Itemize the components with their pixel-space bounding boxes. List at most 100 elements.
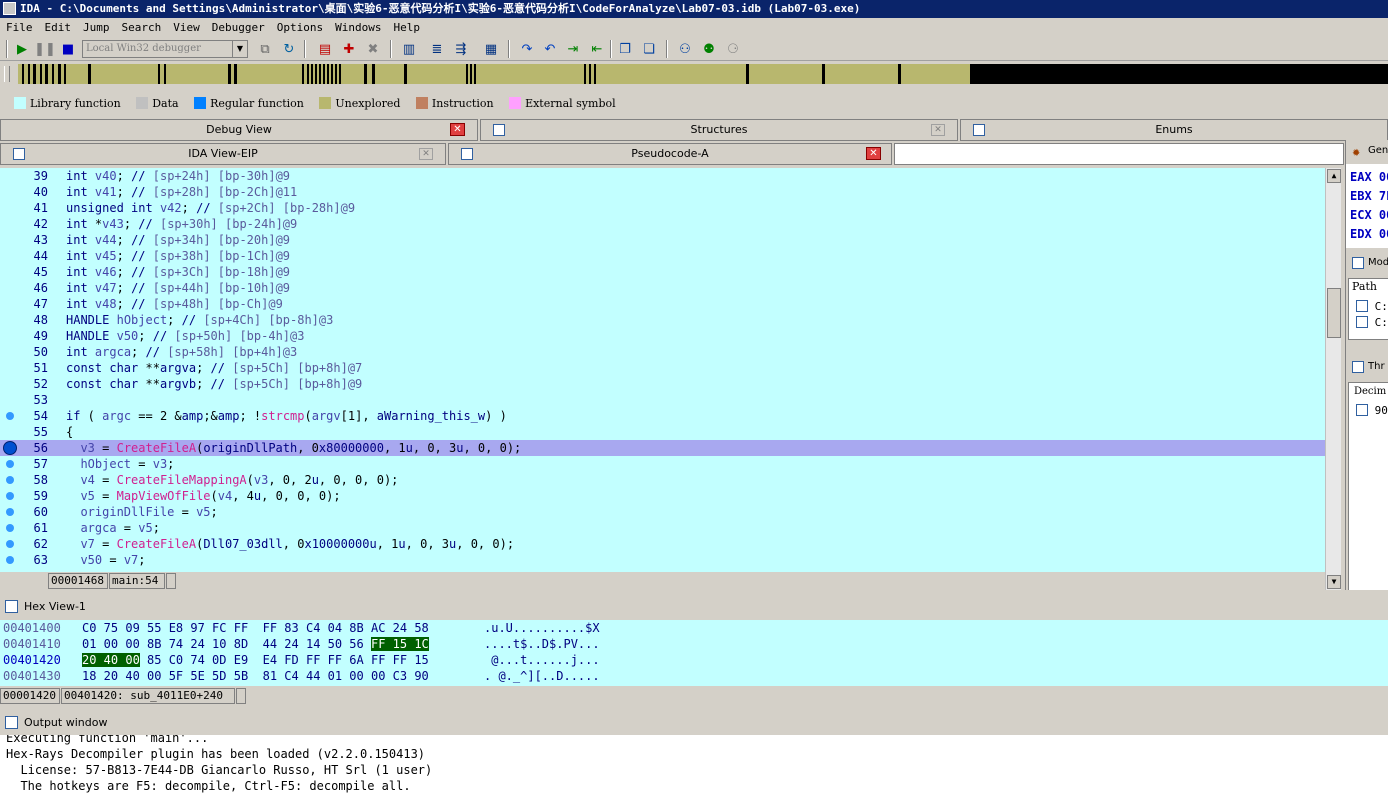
line-marker-icon[interactable] — [6, 556, 14, 564]
code-line[interactable]: 53 — [0, 392, 1325, 408]
line-marker-icon[interactable] — [6, 540, 14, 548]
watch-icon[interactable]: ⚇ — [676, 40, 694, 58]
line-marker-icon[interactable] — [6, 412, 14, 420]
function-trace-icon[interactable]: ⇶ — [452, 40, 470, 58]
navigation-band[interactable] — [0, 62, 1388, 94]
tab-enums[interactable]: Enums — [960, 119, 1388, 141]
code-line[interactable]: 41 unsigned int v42; // [sp+2Ch] [bp-28h]… — [0, 200, 1325, 216]
trace-window-icon[interactable]: ▥ — [400, 40, 418, 58]
menu-view[interactable]: View — [167, 18, 206, 37]
module-item[interactable]: C: — [1356, 316, 1388, 329]
hex-view-header[interactable]: Hex View-1 — [0, 598, 1388, 618]
pseudocode-scrollbar[interactable]: ▲ ▼ — [1325, 168, 1341, 590]
close-icon[interactable]: ✕ — [450, 123, 465, 136]
menu-options[interactable]: Options — [271, 18, 329, 37]
close-icon[interactable]: ✕ — [866, 147, 881, 160]
hex-bytes[interactable]: 18 20 40 00 5F 5E 5D 5B 81 C4 44 01 00 0… — [82, 668, 429, 684]
hex-bytes[interactable]: 20 40 00 85 C0 74 0D E9 E4 FD FF FF 6A F… — [82, 652, 429, 668]
close-icon[interactable]: ✕ — [931, 124, 945, 136]
code-line[interactable]: 40 int v41; // [sp+28h] [bp-2Ch]@11 — [0, 184, 1325, 200]
code-line[interactable]: 47 int v48; // [sp+48h] [bp-Ch]@9 — [0, 296, 1325, 312]
code-line[interactable]: 54 if ( argc == 2 &amp;&amp; !strcmp(argv… — [0, 408, 1325, 424]
add-watch-icon[interactable]: ⚉ — [700, 40, 718, 58]
line-marker-icon[interactable] — [6, 508, 14, 516]
hex-bytes[interactable]: C0 75 09 55 E8 97 FC FF FF 83 C4 04 8B A… — [82, 620, 429, 636]
scroll-thumb[interactable] — [1327, 288, 1341, 338]
code-line[interactable]: 50 int argca; // [sp+58h] [bp+4h]@3 — [0, 344, 1325, 360]
breakpoint-icon[interactable] — [3, 441, 17, 455]
tab-structures[interactable]: Structures ✕ — [480, 119, 958, 141]
code-line[interactable]: 39 int v40; // [sp+24h] [bp-30h]@9 — [0, 168, 1325, 184]
stop-icon[interactable]: ■ — [59, 40, 77, 58]
module-item[interactable]: C: — [1356, 300, 1388, 313]
menu-edit[interactable]: Edit — [39, 18, 78, 37]
trace-options-icon[interactable]: ▦ — [482, 40, 500, 58]
code-line[interactable]: 51 const char **argva; // [sp+5Ch] [bp+8h… — [0, 360, 1325, 376]
code-line[interactable]: 63 v50 = v7; — [0, 552, 1325, 568]
navigation-strip[interactable] — [18, 64, 1388, 84]
window-icon[interactable]: ❐ — [616, 40, 634, 58]
step-over-icon[interactable]: ↶ — [541, 40, 559, 58]
menu-windows[interactable]: Windows — [329, 18, 387, 37]
register-eax[interactable]: EAX 00 — [1350, 170, 1388, 184]
code-line[interactable]: 62 v7 = CreateFileA(Dll07_03dll, 0x10000… — [0, 536, 1325, 552]
delete-watch-icon[interactable]: ⚆ — [724, 40, 742, 58]
window-alt-icon[interactable]: ❏ — [640, 40, 658, 58]
run-to-cursor-icon[interactable]: ⇥ — [564, 40, 582, 58]
line-marker-icon[interactable] — [6, 524, 14, 532]
step-into-icon[interactable]: ↷ — [518, 40, 536, 58]
delete-breakpoint-icon[interactable]: ✖ — [364, 40, 382, 58]
code-line[interactable]: 61 argca = v5; — [0, 520, 1325, 536]
code-line[interactable]: 49 HANDLE v50; // [sp+50h] [bp-4h]@3 — [0, 328, 1325, 344]
refresh-icon[interactable]: ↻ — [280, 40, 298, 58]
instruction-trace-icon[interactable]: ≣ — [428, 40, 446, 58]
add-breakpoint-icon[interactable]: ✚ — [340, 40, 358, 58]
play-icon[interactable]: ▶ — [13, 40, 31, 58]
line-marker-icon[interactable] — [6, 476, 14, 484]
menu-search[interactable]: Search — [116, 18, 168, 37]
code-line[interactable]: 48 HANDLE hObject; // [sp+4Ch] [bp-8h]@3 — [0, 312, 1325, 328]
register-ebx[interactable]: EBX 7F — [1350, 189, 1388, 203]
tab-debug-view[interactable]: Debug View ✕ — [0, 119, 478, 141]
pseudocode-view[interactable]: 39 int v40; // [sp+24h] [bp-30h]@9 40 int v… — [0, 168, 1325, 572]
code-line[interactable]: 43 int v44; // [sp+34h] [bp-20h]@9 — [0, 232, 1325, 248]
code-line-current[interactable]: 56 v3 = CreateFileA(originDllPath, 0x800… — [0, 440, 1325, 456]
line-marker-icon[interactable] — [6, 492, 14, 500]
code-line[interactable]: 46 int v47; // [sp+44h] [bp-10h]@9 — [0, 280, 1325, 296]
line-marker-icon[interactable] — [6, 460, 14, 468]
output-window[interactable]: Executing function 'main'... Hex-Rays De… — [0, 735, 1388, 793]
code-line[interactable]: 58 v4 = CreateFileMappingA(v3, 0, 2u, 0,… — [0, 472, 1325, 488]
code-line[interactable]: 57 hObject = v3; — [0, 456, 1325, 472]
tab-pseudocode-a[interactable]: Pseudocode-A ✕ — [448, 143, 892, 165]
output-window-header[interactable]: Output window — [0, 714, 1388, 734]
modules-header[interactable]: Mod — [1348, 254, 1388, 274]
close-icon[interactable]: ✕ — [419, 148, 433, 160]
tab-ida-view-eip[interactable]: IDA View-EIP ✕ — [0, 143, 446, 165]
register-ecx[interactable]: ECX 00 — [1350, 208, 1388, 222]
hex-bytes[interactable]: 01 00 00 8B 74 24 10 8D 44 24 14 50 56 F… — [82, 636, 429, 652]
thread-item[interactable]: 90 — [1356, 404, 1388, 417]
menu-debugger[interactable]: Debugger — [206, 18, 271, 37]
code-line[interactable]: 52 const char **argvb; // [sp+5Ch] [bp+8h… — [0, 376, 1325, 392]
menu-help[interactable]: Help — [387, 18, 426, 37]
hex-view[interactable]: 00401400 C0 75 09 55 E8 97 FC FF FF 83 C4… — [0, 620, 1388, 686]
threads-header[interactable]: Thr — [1348, 358, 1388, 378]
code-line[interactable]: 45 int v46; // [sp+3Ch] [bp-18h]@9 — [0, 264, 1325, 280]
menu-file[interactable]: File — [0, 18, 39, 37]
debugger-select[interactable]: Local Win32 debugger ▼ — [82, 40, 248, 58]
chevron-down-icon[interactable]: ▼ — [232, 41, 247, 57]
pause-icon[interactable]: ❚❚ — [34, 40, 56, 58]
code-line[interactable]: 44 int v45; // [sp+38h] [bp-1Ch]@9 — [0, 248, 1325, 264]
breakpoint-list-icon[interactable]: ▤ — [316, 40, 334, 58]
run-until-return-icon[interactable]: ⇤ — [588, 40, 606, 58]
register-edx[interactable]: EDX 00 — [1350, 227, 1388, 241]
general-registers-header[interactable]: ✹ Gen — [1348, 142, 1388, 162]
scroll-down-icon[interactable]: ▼ — [1327, 575, 1341, 589]
code-line[interactable]: 59 v5 = MapViewOfFile(v4, 4u, 0, 0, 0); — [0, 488, 1325, 504]
menu-jump[interactable]: Jump — [77, 18, 116, 37]
code-line[interactable]: 42 int *v43; // [sp+30h] [bp-24h]@9 — [0, 216, 1325, 232]
attach-icon[interactable]: ⧉ — [256, 40, 274, 58]
code-line[interactable]: 60 originDllFile = v5; — [0, 504, 1325, 520]
scroll-up-icon[interactable]: ▲ — [1327, 169, 1341, 183]
code-line[interactable]: 55 { — [0, 424, 1325, 440]
